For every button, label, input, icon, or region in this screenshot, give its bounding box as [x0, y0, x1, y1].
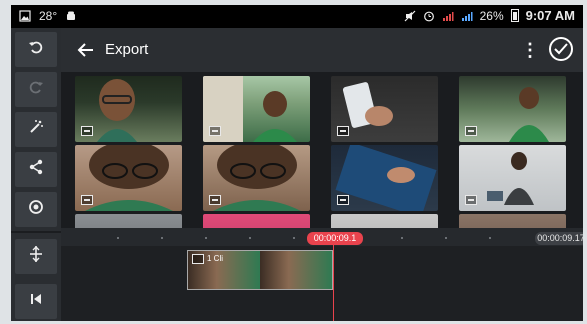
- share-button[interactable]: [15, 152, 57, 187]
- signal-icon: [442, 10, 454, 22]
- media-thumbnail[interactable]: [331, 76, 438, 142]
- status-right: 26% 9:07 AM: [404, 8, 575, 23]
- redo-button[interactable]: [15, 72, 57, 107]
- playhead-line[interactable]: [333, 245, 334, 321]
- check-icon: [554, 43, 568, 55]
- media-thumbnail[interactable]: [459, 145, 566, 211]
- media-browser-grid: [61, 72, 583, 228]
- status-bar: 28° 26% 9:07 AM: [11, 5, 583, 28]
- current-time-label: 00:00:09.1: [307, 232, 363, 245]
- ruler-tick: [205, 237, 207, 239]
- media-thumbnail[interactable]: [75, 145, 182, 211]
- clip-icon: [465, 195, 477, 205]
- media-thumbnail[interactable]: [75, 76, 182, 142]
- rewind-button[interactable]: [15, 284, 57, 319]
- effects-icon: [27, 118, 45, 141]
- page-title: Export: [105, 41, 149, 58]
- confirm-check-button[interactable]: [549, 37, 573, 61]
- media-thumbnail[interactable]: [459, 76, 566, 142]
- overflow-menu-icon[interactable]: ⋮: [521, 37, 539, 63]
- clip-icon: [465, 126, 477, 136]
- temperature-text: 28°: [39, 9, 58, 23]
- clip-frame: [260, 251, 332, 289]
- clip-label: 1 Cli: [207, 254, 224, 263]
- ruler-tick: [161, 237, 163, 239]
- redo-icon: [27, 78, 45, 101]
- settings-button[interactable]: [15, 192, 57, 227]
- media-thumbnail[interactable]: [203, 214, 310, 228]
- ruler-tick: [249, 237, 251, 239]
- media-thumbnail[interactable]: [203, 76, 310, 142]
- android-icon: [65, 10, 77, 22]
- clip-icon: [81, 195, 93, 205]
- ruler-tick: [117, 237, 119, 239]
- left-toolbar: [11, 28, 61, 321]
- ruler-tick: [401, 237, 403, 239]
- undo-button[interactable]: [15, 32, 57, 67]
- media-thumbnail[interactable]: [459, 214, 566, 228]
- alarm-icon: [423, 10, 435, 22]
- clip-icon: [192, 254, 204, 264]
- ruler-tick: [293, 237, 295, 239]
- media-thumbnail[interactable]: [331, 214, 438, 228]
- total-duration-label: 00:00:09.17: [535, 232, 583, 245]
- timeline-panel[interactable]: 00:00:09.1 00:00:09.17 1 Cli: [61, 228, 583, 321]
- signal-bars-icon: [461, 10, 473, 22]
- share-icon: [27, 158, 45, 181]
- app-screen: 28° 26% 9:07 AM Export ⋮ 00:00:09.1 00:0…: [11, 5, 583, 321]
- toolbar-divider: [11, 231, 61, 233]
- media-thumbnail[interactable]: [75, 214, 182, 228]
- split-icon: [27, 245, 45, 268]
- clock: 9:07 AM: [525, 8, 575, 23]
- rewind-icon: [27, 290, 45, 313]
- clip-icon: [337, 126, 349, 136]
- media-thumbnail[interactable]: [331, 145, 438, 211]
- battery-icon: [510, 9, 519, 22]
- image-icon: [19, 10, 31, 22]
- device-frame: 28° 26% 9:07 AM Export ⋮ 00:00:09.1 00:0…: [0, 0, 587, 324]
- timeline-clip[interactable]: 1 Cli: [187, 250, 333, 290]
- settings-icon: [27, 198, 45, 221]
- top-app-bar: Export ⋮: [61, 28, 583, 72]
- back-arrow-icon[interactable]: [76, 40, 98, 60]
- clip-icon: [337, 195, 349, 205]
- no-sound-icon: [404, 10, 416, 22]
- battery-percent: 26%: [479, 8, 504, 23]
- clip-icon: [209, 195, 221, 205]
- ruler-tick: [489, 237, 491, 239]
- clip-icon: [209, 126, 221, 136]
- ruler-tick: [445, 237, 447, 239]
- media-thumbnail[interactable]: [203, 145, 310, 211]
- split-button[interactable]: [15, 239, 57, 274]
- effects-button[interactable]: [15, 112, 57, 147]
- undo-icon: [27, 38, 45, 61]
- status-left: 28°: [19, 9, 77, 23]
- clip-icon: [81, 126, 93, 136]
